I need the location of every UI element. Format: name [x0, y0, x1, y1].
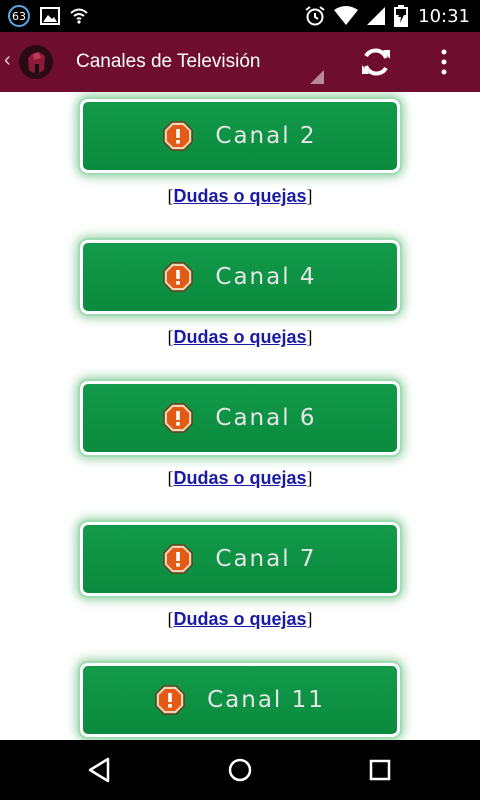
feedback-row: [Dudas o quejas]	[167, 186, 313, 206]
channel-label: Canal 6	[215, 405, 317, 431]
channel-list[interactable]: Canal 2 [Dudas o quejas] Canal 4 [Dudas …	[0, 92, 480, 740]
spinner-caret-icon[interactable]	[310, 70, 324, 84]
warning-icon	[163, 544, 194, 574]
channel-label: Canal 7	[215, 546, 317, 572]
wifi-signal-icon	[334, 6, 359, 25]
feedback-link[interactable]: Dudas o quejas	[173, 327, 306, 347]
feedback-link[interactable]: Dudas o quejas	[173, 468, 306, 488]
feedback-link[interactable]: Dudas o quejas	[173, 609, 306, 629]
image-icon	[40, 7, 60, 25]
cell-signal-icon	[367, 7, 386, 25]
warning-icon	[163, 403, 194, 433]
feedback-row: [Dudas o quejas]	[167, 327, 313, 347]
channel-label: Canal 2	[215, 123, 317, 149]
alarm-icon	[305, 6, 325, 26]
channel-button[interactable]: Canal 7	[80, 522, 400, 596]
warning-icon	[163, 262, 194, 292]
navigation-bar	[0, 740, 480, 800]
action-bar: ‹ Canales de Televisión	[0, 32, 480, 92]
up-chevron-icon[interactable]: ‹	[4, 50, 11, 70]
channel-button[interactable]: Canal 6	[80, 381, 400, 455]
channel-label: Canal 11	[207, 687, 325, 713]
home-icon[interactable]	[226, 756, 254, 784]
clock: 10:31	[418, 5, 470, 27]
overflow-menu-icon[interactable]	[436, 46, 452, 78]
app-logo[interactable]	[14, 40, 58, 84]
channel-label: Canal 4	[215, 264, 317, 290]
feedback-row: [Dudas o quejas]	[167, 609, 313, 629]
channel-button[interactable]: Canal 11	[80, 663, 400, 737]
warning-icon	[155, 685, 185, 715]
refresh-icon[interactable]	[358, 44, 394, 80]
feedback-link[interactable]: Dudas o quejas	[173, 186, 306, 206]
recents-icon[interactable]	[366, 756, 394, 784]
warning-icon	[163, 121, 194, 151]
page-title: Canales de Televisión	[76, 51, 261, 72]
battery-charging-icon	[394, 5, 409, 27]
notification-count-badge: 63	[8, 5, 30, 27]
wifi-outline-icon	[70, 8, 88, 24]
back-icon[interactable]	[86, 756, 114, 784]
feedback-row: [Dudas o quejas]	[167, 468, 313, 488]
channel-button[interactable]: Canal 4	[80, 240, 400, 314]
status-bar: 63 10:31	[0, 0, 480, 32]
channel-button[interactable]: Canal 2	[80, 99, 400, 173]
